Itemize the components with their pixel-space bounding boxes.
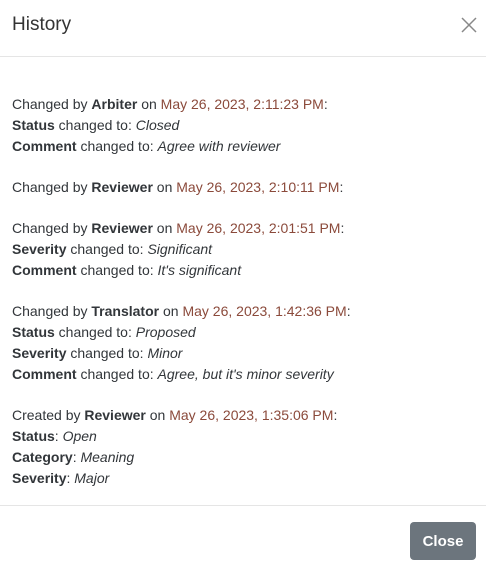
- history-entry: Changed by Arbiter on May 26, 2023, 2:11…: [12, 94, 476, 157]
- change-line: Status: Open: [12, 426, 476, 447]
- entry-verb: Changed by: [12, 220, 88, 236]
- change-field: Comment: [12, 138, 77, 154]
- change-value: Agree with reviewer: [157, 138, 281, 154]
- entry-colon: :: [323, 96, 328, 112]
- change-line: Comment changed to: It's significant: [12, 260, 476, 281]
- entry-user: Reviewer: [91, 179, 153, 195]
- change-connector: changed to:: [54, 117, 136, 133]
- change-line: Status changed to: Closed: [12, 115, 476, 136]
- change-field: Severity: [12, 241, 67, 257]
- change-line: Severity changed to: Significant: [12, 239, 476, 260]
- change-value: Open: [62, 428, 97, 444]
- change-value: Proposed: [135, 324, 196, 340]
- entry-verb: Changed by: [12, 179, 88, 195]
- change-line: Severity: Major: [12, 468, 476, 489]
- entry-header: Changed by Reviewer on May 26, 2023, 2:1…: [12, 177, 476, 198]
- entry-date: May 26, 2023, 2:01:51 PM: [176, 220, 341, 236]
- entry-on: on: [156, 220, 173, 236]
- change-line: Severity changed to: Minor: [12, 343, 476, 364]
- history-list: Changed by Arbiter on May 26, 2023, 2:11…: [12, 94, 476, 509]
- entry-header: Changed by Reviewer on May 26, 2023, 2:0…: [12, 218, 476, 239]
- history-entry: Changed by Reviewer on May 26, 2023, 2:0…: [12, 218, 476, 281]
- entry-on: on: [156, 179, 173, 195]
- change-line: Comment changed to: Agree, but it's mino…: [12, 364, 476, 385]
- change-connector: changed to:: [76, 138, 158, 154]
- change-field: Severity: [12, 345, 67, 361]
- change-field: Category: [12, 449, 73, 465]
- change-value: Major: [74, 470, 110, 486]
- entry-date: May 26, 2023, 1:35:06 PM: [169, 407, 334, 423]
- entry-on: on: [149, 407, 166, 423]
- entry-verb: Changed by: [12, 96, 88, 112]
- entry-date: May 26, 2023, 2:10:11 PM: [176, 179, 340, 195]
- history-entry: Changed by Reviewer on May 26, 2023, 2:1…: [12, 177, 476, 198]
- dialog-header: History: [0, 0, 486, 57]
- change-value: Minor: [147, 345, 183, 361]
- change-line: Category: Meaning: [12, 447, 476, 468]
- entry-user: Reviewer: [91, 220, 153, 236]
- entry-colon: :: [339, 179, 344, 195]
- entry-user: Reviewer: [84, 407, 146, 423]
- dialog-title: History: [12, 14, 72, 35]
- change-connector: changed to:: [76, 366, 158, 382]
- change-field: Status: [12, 324, 55, 340]
- change-connector: :: [54, 428, 63, 444]
- change-field: Comment: [12, 366, 77, 382]
- entry-colon: :: [340, 220, 345, 236]
- dialog-footer: Close: [0, 505, 486, 570]
- entry-header: Changed by Arbiter on May 26, 2023, 2:11…: [12, 94, 476, 115]
- entry-header: Created by Reviewer on May 26, 2023, 1:3…: [12, 405, 476, 426]
- entry-on: on: [141, 96, 157, 112]
- entry-user: Arbiter: [91, 96, 138, 112]
- entry-verb: Created by: [12, 407, 81, 423]
- change-field: Status: [12, 117, 55, 133]
- entry-date: May 26, 2023, 1:42:36 PM: [182, 303, 347, 319]
- entry-colon: :: [333, 407, 338, 423]
- change-connector: changed to:: [76, 262, 158, 278]
- change-field: Status: [12, 428, 55, 444]
- change-value: Agree, but it's minor severity: [157, 366, 334, 382]
- entry-date: May 26, 2023, 2:11:23 PM: [160, 96, 324, 112]
- entry-header: Changed by Translator on May 26, 2023, 1…: [12, 301, 476, 322]
- change-line: Status changed to: Proposed: [12, 322, 476, 343]
- entry-user: Translator: [91, 303, 160, 319]
- change-value: Significant: [147, 241, 213, 257]
- change-connector: changed to:: [66, 241, 148, 257]
- change-value: Meaning: [80, 449, 135, 465]
- change-connector: changed to:: [66, 345, 148, 361]
- close-icon[interactable]: [460, 16, 478, 34]
- change-value: It's significant: [157, 262, 242, 278]
- history-entry: Created by Reviewer on May 26, 2023, 1:3…: [12, 405, 476, 489]
- change-field: Comment: [12, 262, 77, 278]
- close-button[interactable]: Close: [410, 522, 476, 560]
- entry-verb: Changed by: [12, 303, 88, 319]
- entry-colon: :: [346, 303, 351, 319]
- change-value: Closed: [135, 117, 180, 133]
- change-connector: changed to:: [54, 324, 136, 340]
- change-field: Severity: [12, 470, 67, 486]
- history-entry: Changed by Translator on May 26, 2023, 1…: [12, 301, 476, 385]
- entry-on: on: [163, 303, 179, 319]
- change-line: Comment changed to: Agree with reviewer: [12, 136, 476, 157]
